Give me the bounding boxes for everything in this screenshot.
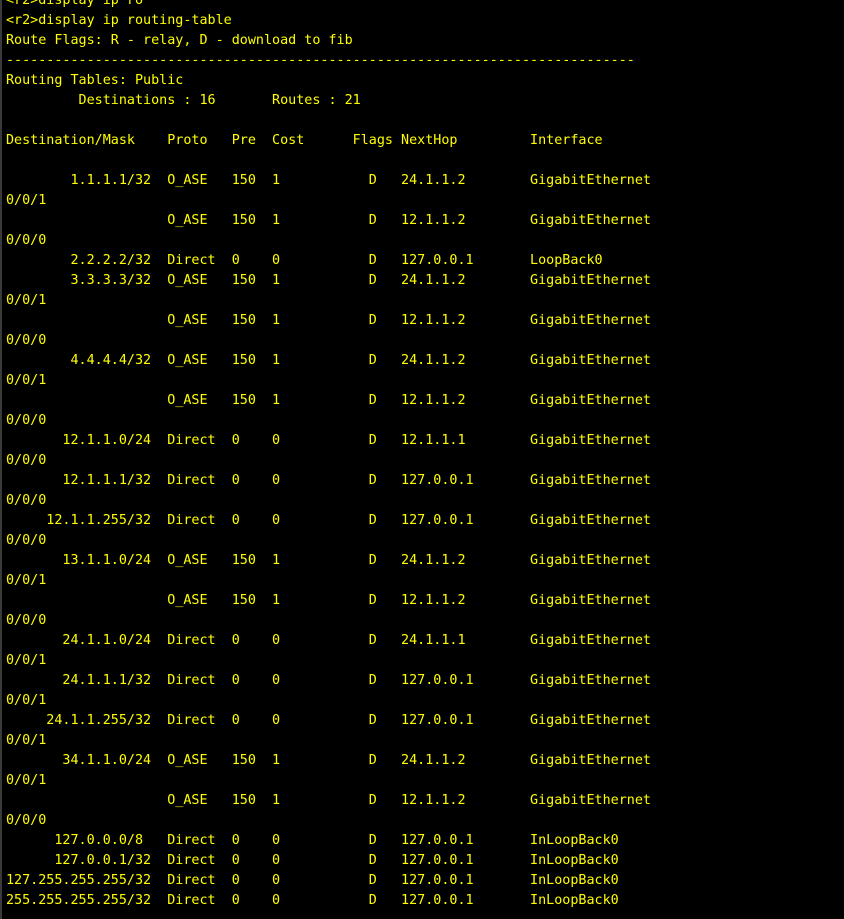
destinations-summary: Destinations : 16 Routes : 21 (6, 93, 361, 108)
route-row-continuation: 0/0/1 (6, 373, 47, 388)
route-row-continuation: 0/0/1 (6, 193, 47, 208)
route-row-continuation: 0/0/1 (6, 773, 47, 788)
window-left-border (0, 0, 2, 919)
route-row: 12.1.1.0/24 Direct 0 0 D 12.1.1.1 Gigabi… (6, 433, 651, 448)
route-row: 12.1.1.1/32 Direct 0 0 D 127.0.0.1 Gigab… (6, 473, 651, 488)
table-header: Destination/Mask Proto Pre Cost Flags Ne… (6, 133, 603, 148)
route-row-continuation: 0/0/1 (6, 653, 47, 668)
route-row: 127.0.0.0/8 Direct 0 0 D 127.0.0.1 InLoo… (6, 833, 619, 848)
routing-tables-title: Routing Tables: Public (6, 73, 184, 88)
route-row-continuation: 0/0/0 (6, 813, 47, 828)
route-row: 24.1.1.0/24 Direct 0 0 D 24.1.1.1 Gigabi… (6, 633, 651, 648)
route-row: O_ASE 150 1 D 12.1.1.2 GigabitEthernet (6, 393, 651, 408)
route-row: 127.0.0.1/32 Direct 0 0 D 127.0.0.1 InLo… (6, 853, 619, 868)
route-row: O_ASE 150 1 D 12.1.1.2 GigabitEthernet (6, 213, 651, 228)
route-row: 34.1.1.0/24 O_ASE 150 1 D 24.1.1.2 Gigab… (6, 753, 651, 768)
route-flags-legend: Route Flags: R - relay, D - download to … (6, 33, 353, 48)
route-row-continuation: 0/0/0 (6, 613, 47, 628)
route-row: O_ASE 150 1 D 12.1.1.2 GigabitEthernet (6, 593, 651, 608)
route-row: O_ASE 150 1 D 12.1.1.2 GigabitEthernet (6, 313, 651, 328)
separator-line: ----------------------------------------… (6, 53, 635, 68)
route-row-continuation: 0/0/1 (6, 293, 47, 308)
route-row-continuation: 0/0/0 (6, 533, 47, 548)
route-row: 1.1.1.1/32 O_ASE 150 1 D 24.1.1.2 Gigabi… (6, 173, 651, 188)
route-row-continuation: 0/0/1 (6, 733, 47, 748)
terminal-line: <r2>display ip ro (6, 0, 144, 8)
terminal-output: <r2>display ip ro <r2>display ip routing-… (6, 0, 651, 911)
route-row-continuation: 0/0/0 (6, 333, 47, 348)
route-row-continuation: 0/0/0 (6, 233, 47, 248)
route-row-continuation: 0/0/1 (6, 573, 47, 588)
route-row: 13.1.1.0/24 O_ASE 150 1 D 24.1.1.2 Gigab… (6, 553, 651, 568)
route-row: 2.2.2.2/32 Direct 0 0 D 127.0.0.1 LoopBa… (6, 253, 603, 268)
route-row: O_ASE 150 1 D 12.1.1.2 GigabitEthernet (6, 793, 651, 808)
route-row: 24.1.1.1/32 Direct 0 0 D 127.0.0.1 Gigab… (6, 673, 651, 688)
route-row-continuation: 0/0/0 (6, 413, 47, 428)
route-row-continuation: 0/0/1 (6, 693, 47, 708)
route-row: 3.3.3.3/32 O_ASE 150 1 D 24.1.1.2 Gigabi… (6, 273, 651, 288)
route-row: 12.1.1.255/32 Direct 0 0 D 127.0.0.1 Gig… (6, 513, 651, 528)
route-row-continuation: 0/0/0 (6, 453, 47, 468)
route-row: 24.1.1.255/32 Direct 0 0 D 127.0.0.1 Gig… (6, 713, 651, 728)
route-row-continuation: 0/0/0 (6, 493, 47, 508)
route-row: 127.255.255.255/32 Direct 0 0 D 127.0.0.… (6, 873, 619, 888)
route-row: 255.255.255.255/32 Direct 0 0 D 127.0.0.… (6, 893, 619, 908)
terminal-window[interactable]: <r2>display ip ro <r2>display ip routing-… (0, 0, 844, 919)
route-row: 4.4.4.4/32 O_ASE 150 1 D 24.1.1.2 Gigabi… (6, 353, 651, 368)
command-line: <r2>display ip routing-table (6, 13, 232, 28)
